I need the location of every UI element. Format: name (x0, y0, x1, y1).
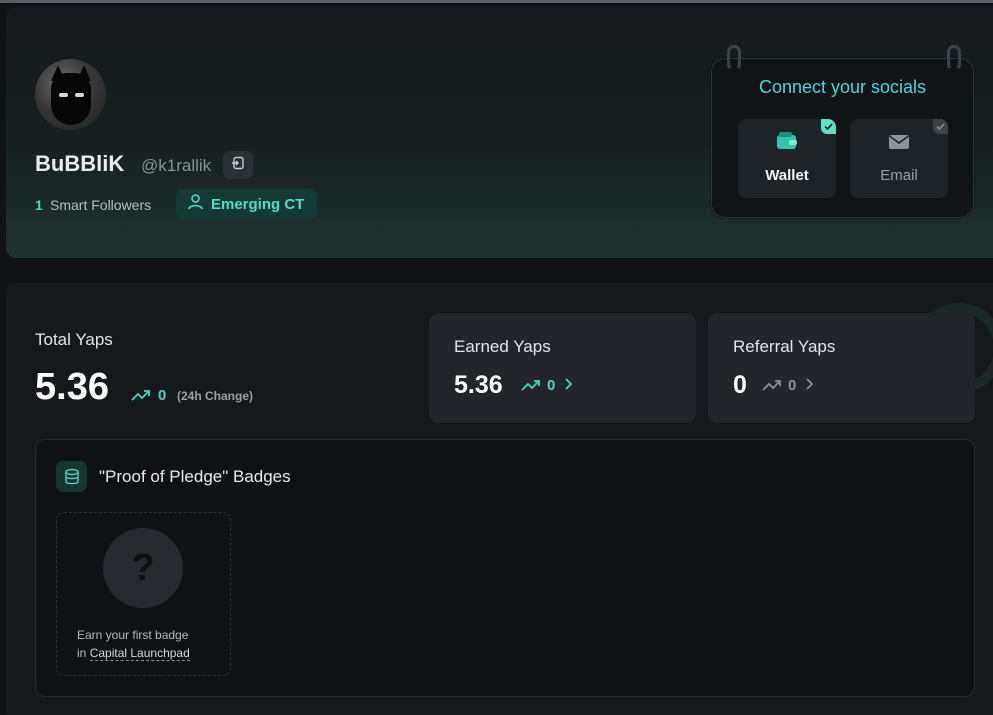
window-top-border (0, 0, 993, 3)
smart-followers-count: 1 (35, 197, 43, 213)
logout-icon (231, 156, 245, 175)
trending-up-icon (131, 388, 151, 407)
referral-yaps-title: Referral Yaps (733, 337, 836, 356)
badges-title: "Proof of Pledge" Badges (99, 467, 291, 486)
earned-yaps-title: Earned Yaps (454, 337, 551, 356)
earned-yaps-card[interactable]: Earned Yaps 5.36 0 (429, 313, 696, 423)
capital-launchpad-link[interactable]: Capital Launchpad (89, 646, 190, 661)
binder-ring-left (727, 45, 741, 71)
smart-followers-label: Smart Followers (50, 197, 152, 213)
chevron-right-icon (563, 377, 573, 395)
question-icon: ? (103, 528, 183, 608)
connect-socials-title: Connect your socials (758, 77, 927, 97)
earned-yaps-change: 0 (547, 377, 556, 394)
email-social-button[interactable]: Email (850, 119, 948, 198)
referral-yaps-change: 0 (788, 377, 797, 394)
referral-yaps-value: 0 (733, 371, 747, 399)
earned-yaps-value: 5.36 (454, 371, 503, 399)
wallet-icon (776, 131, 798, 156)
total-yaps-change: 0 (158, 387, 167, 404)
emerging-ct-badge: Emerging CT (176, 189, 317, 219)
change-period-label: (24h Change) (177, 389, 254, 403)
check-icon (821, 119, 836, 134)
badge-label: Emerging CT (211, 195, 305, 213)
wallet-label: Wallet (765, 167, 809, 184)
total-yaps-label: Total Yaps (35, 330, 113, 349)
user-handle: @k1rallik (141, 156, 212, 175)
username: BuBBliK (35, 151, 125, 176)
empty-badge-text-line2: in Capital Launchpad (77, 646, 190, 661)
mail-icon (888, 134, 910, 155)
referral-yaps-card[interactable]: Referral Yaps 0 0 (708, 313, 975, 423)
email-label: Email (880, 167, 918, 184)
total-yaps-value: 5.36 (35, 366, 109, 408)
coins-icon (56, 461, 87, 492)
trending-up-icon (521, 378, 541, 397)
empty-badge-prefix: in (77, 646, 87, 660)
check-icon (933, 119, 948, 134)
logout-button[interactable] (223, 151, 253, 179)
user-icon (187, 193, 204, 215)
empty-badge-text: Earn your first badge (77, 628, 189, 642)
binder-ring-right (947, 45, 961, 71)
avatar (35, 59, 106, 130)
chevron-right-icon (804, 377, 814, 395)
wallet-social-button[interactable]: Wallet (738, 119, 836, 198)
trending-up-icon (762, 378, 782, 397)
